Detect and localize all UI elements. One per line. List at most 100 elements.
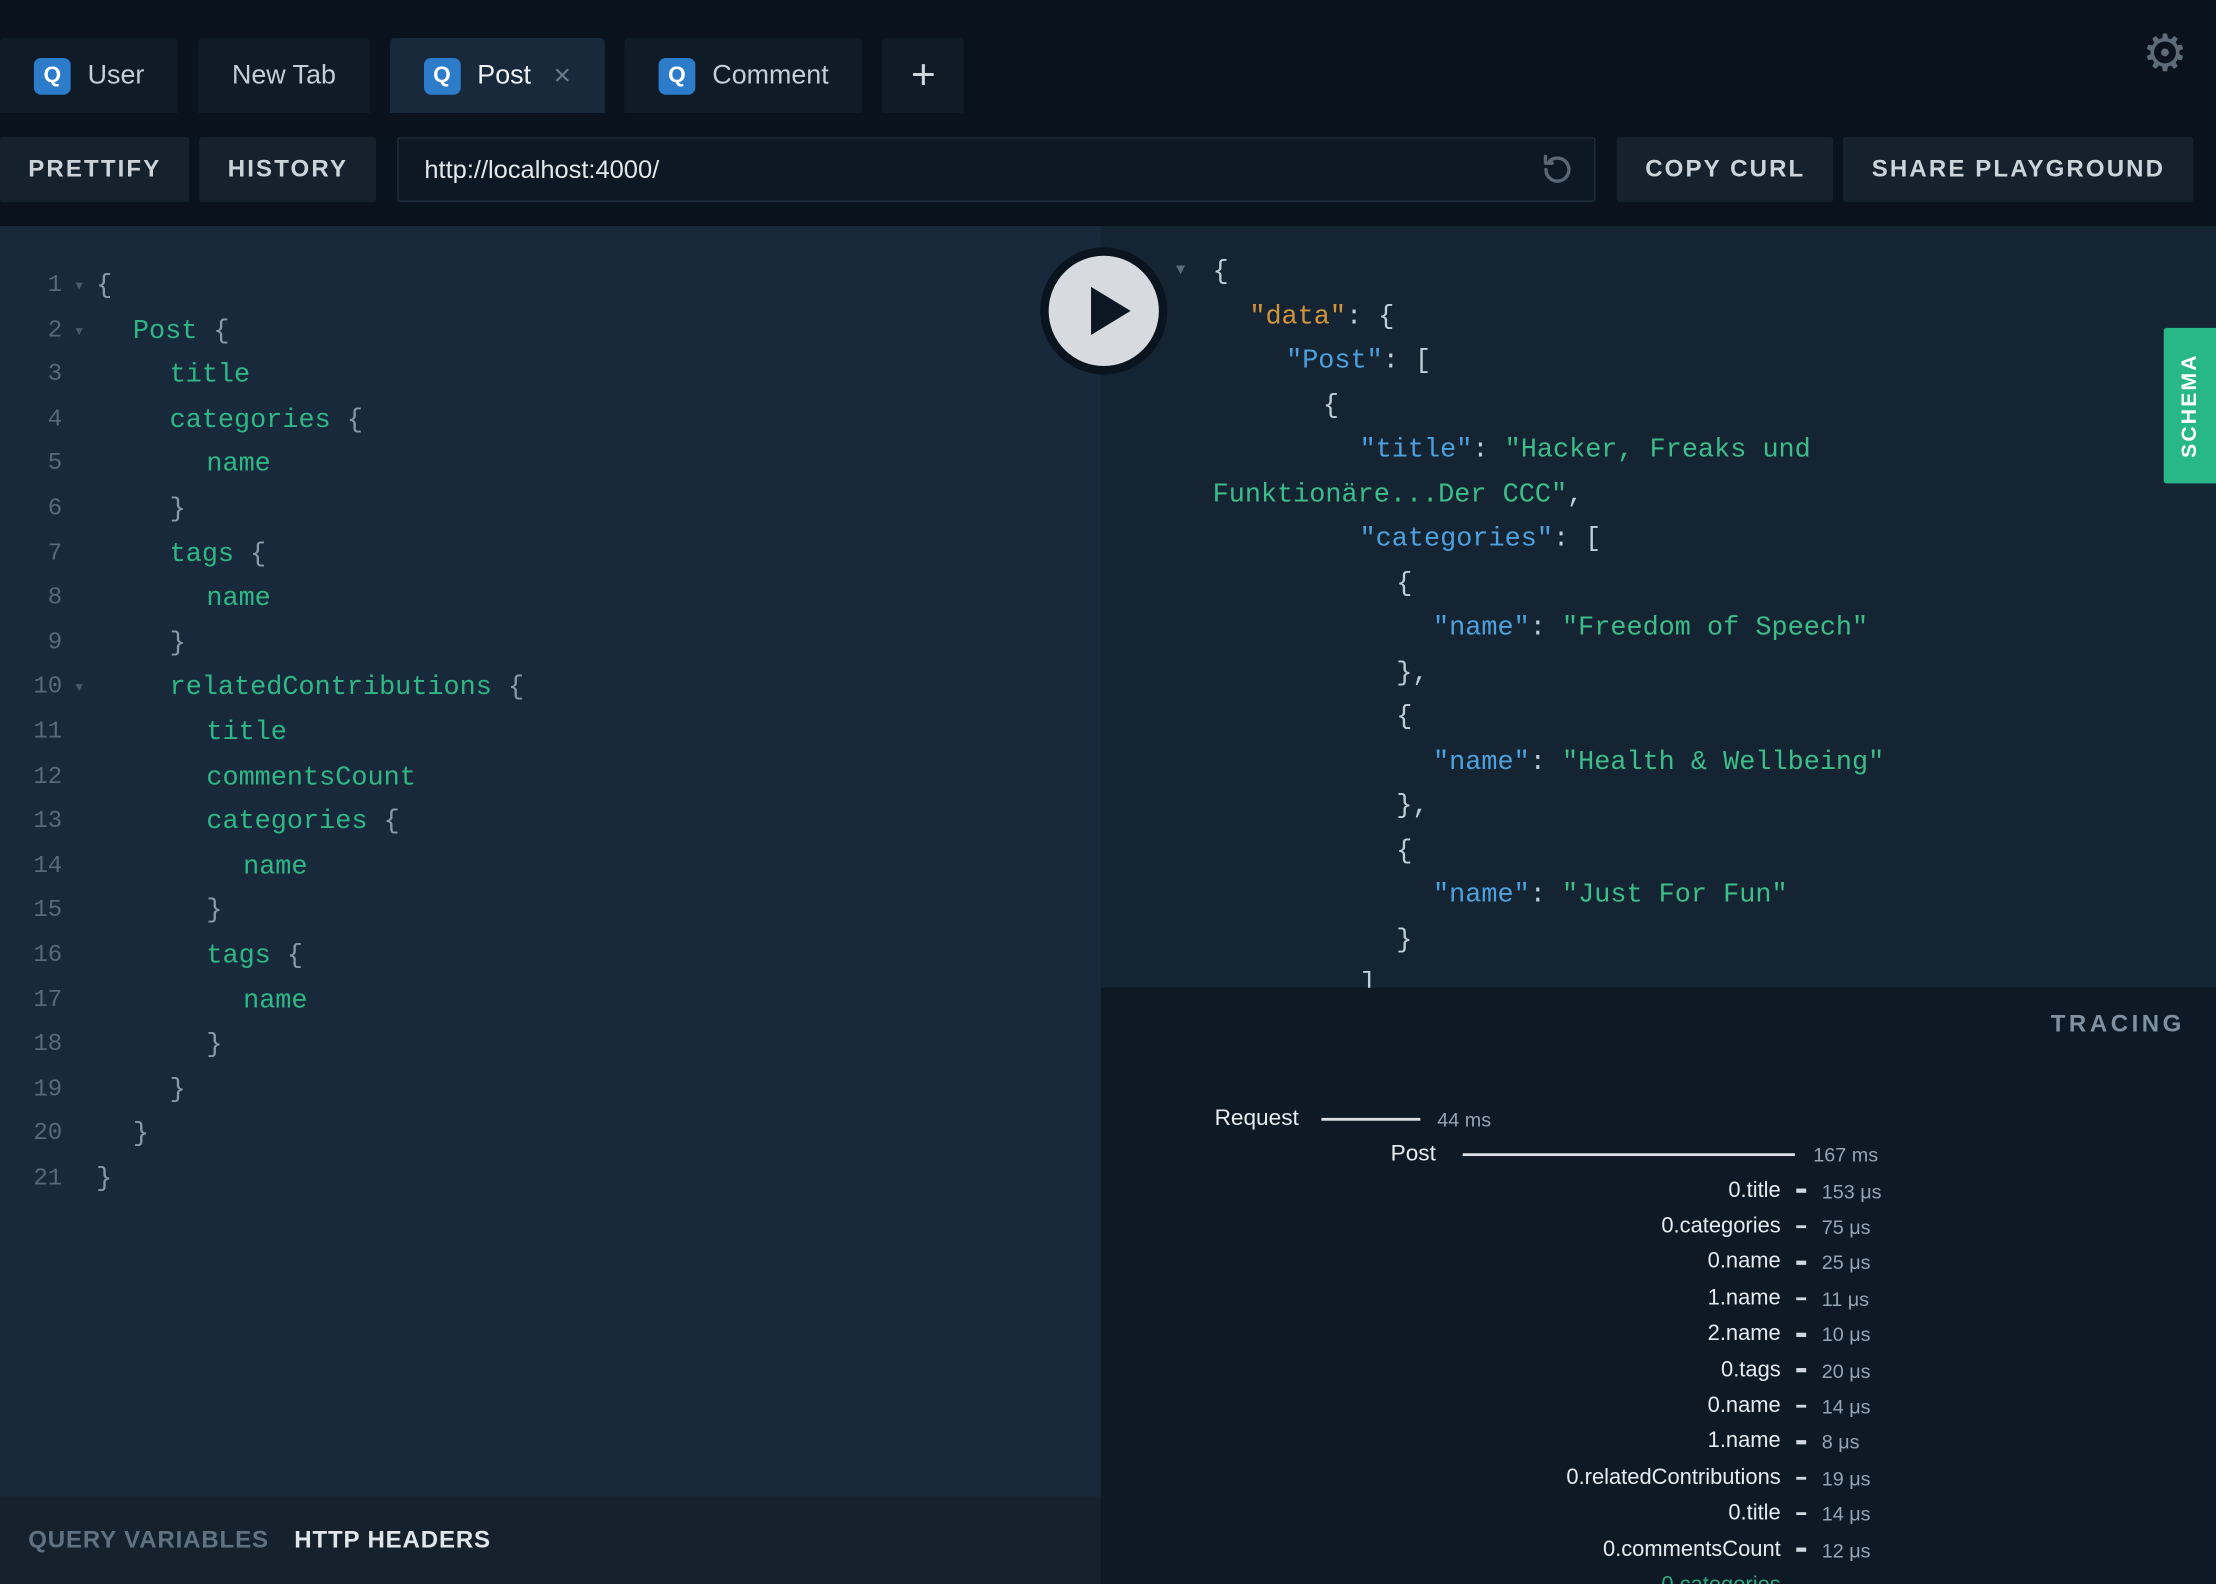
editor-line[interactable]: 10 ▾ relatedContributions { — [0, 666, 1101, 711]
gutter-spacer — [62, 577, 96, 622]
fold-arrow-icon[interactable]: ▾ — [62, 666, 96, 711]
tab-bar: Q User New Tab Q Post × Q Comment — [0, 38, 863, 114]
code-text: } — [96, 1162, 113, 1195]
editor-line[interactable]: 6} — [0, 488, 1101, 533]
trace-label: Request — [1214, 1106, 1299, 1131]
top-bar: Q User New Tab Q Post × Q Comment + ⚙ — [0, 0, 2216, 114]
editor-line[interactable]: 12 commentsCount — [0, 755, 1101, 800]
execute-button[interactable] — [1040, 247, 1168, 375]
trace-time: 167 ms — [1813, 1143, 1879, 1166]
gutter-spacer — [62, 800, 96, 845]
editor-line[interactable]: 15} — [0, 889, 1101, 934]
code-text: } — [169, 1073, 186, 1105]
code-text: commentsCount — [206, 761, 416, 793]
query-type-icon: Q — [658, 57, 696, 94]
editor-line[interactable]: 18} — [0, 1023, 1101, 1068]
editor-footer: QUERY VARIABLES HTTP HEADERS — [0, 1496, 1101, 1584]
tab-post[interactable]: Q Post × — [389, 38, 605, 114]
gutter-spacer — [62, 1113, 96, 1158]
code-text: } — [169, 627, 186, 659]
share-playground-button[interactable]: SHARE PLAYGROUND — [1843, 137, 2194, 203]
trace-time: 14 μs — [1821, 1502, 1871, 1526]
trace-time: 11 μs — [1821, 1287, 1870, 1310]
editor-line[interactable]: 20} — [0, 1113, 1101, 1158]
code-text: { — [96, 269, 113, 302]
copy-curl-button[interactable]: COPY CURL — [1616, 137, 1834, 203]
editor-line[interactable]: 5 name — [0, 443, 1101, 488]
editor-line[interactable]: 3 title — [0, 354, 1101, 399]
tab-new-tab[interactable]: New Tab — [198, 38, 370, 114]
code-text: categories { — [206, 805, 400, 837]
response-pane: ▼{▼"data": {▼"Post": [▼{"title": "Hacker… — [1100, 226, 2216, 988]
graphql-playground: Q User New Tab Q Post × Q Comment + ⚙ PRETTIFY … — [0, 0, 2216, 1584]
trace-time: 12 μs — [1821, 1538, 1871, 1562]
response-line: ] — [1359, 968, 1376, 988]
editor-line[interactable]: 21} — [0, 1157, 1101, 1202]
history-button[interactable]: HISTORY — [199, 137, 377, 203]
line-number: 11 — [33, 719, 63, 747]
close-tab-icon[interactable]: × — [554, 61, 571, 91]
code-text: relatedContributions { — [169, 671, 525, 703]
prettify-button[interactable]: PRETTIFY — [0, 137, 190, 203]
fold-arrow-icon[interactable]: ▾ — [62, 264, 96, 309]
code-text: title — [169, 359, 251, 391]
gutter-spacer — [62, 354, 96, 399]
response-line: "name": "Health & Wellbeing" — [1433, 745, 1885, 777]
line-number: 6 — [47, 496, 63, 523]
editor-line[interactable]: 8 name — [0, 577, 1101, 622]
line-number: 1 — [47, 272, 63, 300]
tab-user[interactable]: Q User — [0, 38, 179, 114]
endpoint-url-input[interactable]: http://localhost:4000/ — [397, 137, 1596, 203]
editor-line[interactable]: 19} — [0, 1068, 1101, 1113]
line-number: 21 — [33, 1165, 63, 1193]
editor-line[interactable]: 16 tags { — [0, 934, 1101, 979]
editor-line[interactable]: 7 tags { — [0, 532, 1101, 577]
trace-label: 0.tags — [1721, 1357, 1781, 1382]
trace-request-row: Request 44 ms — [1101, 1106, 1492, 1132]
new-tab-button[interactable]: + — [882, 38, 965, 114]
gutter-spacer — [62, 1023, 96, 1068]
trace-post-row: Post 167 ms — [1101, 1142, 1878, 1167]
editor-line[interactable]: 9} — [0, 621, 1101, 666]
code-text: title — [206, 716, 287, 748]
trace-rows: 0.title 153 μs 0.categories 75 μs 0.name 25 μ… — [1101, 1173, 2216, 1584]
editor-line[interactable]: 1 ▾{ — [0, 264, 1101, 309]
response-line: { — [1396, 834, 1413, 866]
trace-time: 14 μs — [1821, 1394, 1871, 1418]
trace-time: 8 μs — [1821, 1430, 1860, 1454]
schema-label: SCHEMA — [2177, 353, 2202, 458]
tracing-title: TRACING — [2050, 1010, 2185, 1038]
trace-time: 25 μs — [1821, 1251, 1871, 1275]
code-text: } — [169, 493, 186, 525]
line-number: 17 — [33, 987, 63, 1015]
editor-line[interactable]: 17 name — [0, 979, 1101, 1024]
code-text: name — [243, 984, 308, 1016]
fold-arrow-icon[interactable]: ▼ — [1176, 250, 1185, 295]
trace-label: 0.commentsCount — [1602, 1537, 1781, 1562]
trace-label: 0.title — [1728, 1178, 1781, 1203]
tab-label: Comment — [712, 60, 829, 90]
trace-time: 10 μs — [1821, 1323, 1871, 1346]
endpoint-url-value[interactable]: http://localhost:4000/ — [424, 155, 1539, 185]
trace-row: 1.name 8 μs — [1101, 1424, 2216, 1460]
editor-line[interactable]: 2 ▾ Post { — [0, 309, 1101, 354]
gutter-spacer — [62, 1068, 96, 1113]
editor-line[interactable]: 13 categories { — [0, 800, 1101, 845]
editor-line[interactable]: 11 title — [0, 711, 1101, 756]
query-variables-tab[interactable]: QUERY VARIABLES — [28, 1526, 269, 1554]
trace-time: 20 μs — [1821, 1359, 1871, 1382]
http-headers-tab[interactable]: HTTP HEADERS — [294, 1526, 491, 1554]
code-text: tags { — [206, 939, 304, 971]
line-number: 13 — [33, 808, 63, 836]
settings-gear-icon[interactable]: ⚙ — [2142, 28, 2188, 79]
response-code: ▼{▼"data": {▼"Post": [▼{"title": "Hacker… — [1102, 250, 2160, 988]
fold-arrow-icon[interactable]: ▾ — [62, 309, 96, 354]
trace-label: 0.categories — [1661, 1214, 1781, 1239]
editor-line[interactable]: 14 name — [0, 845, 1101, 890]
tab-comment[interactable]: Q Comment — [624, 38, 863, 114]
schema-tab[interactable]: SCHEMA — [2163, 327, 2216, 484]
editor-line[interactable]: 4 categories { — [0, 398, 1101, 443]
response-line: }, — [1396, 790, 1429, 822]
query-editor-pane[interactable]: 1 ▾{2 ▾ Post {3 title 4 categories {5 name 6} 7 ta… — [0, 226, 1101, 1584]
reload-icon[interactable] — [1539, 151, 1576, 188]
